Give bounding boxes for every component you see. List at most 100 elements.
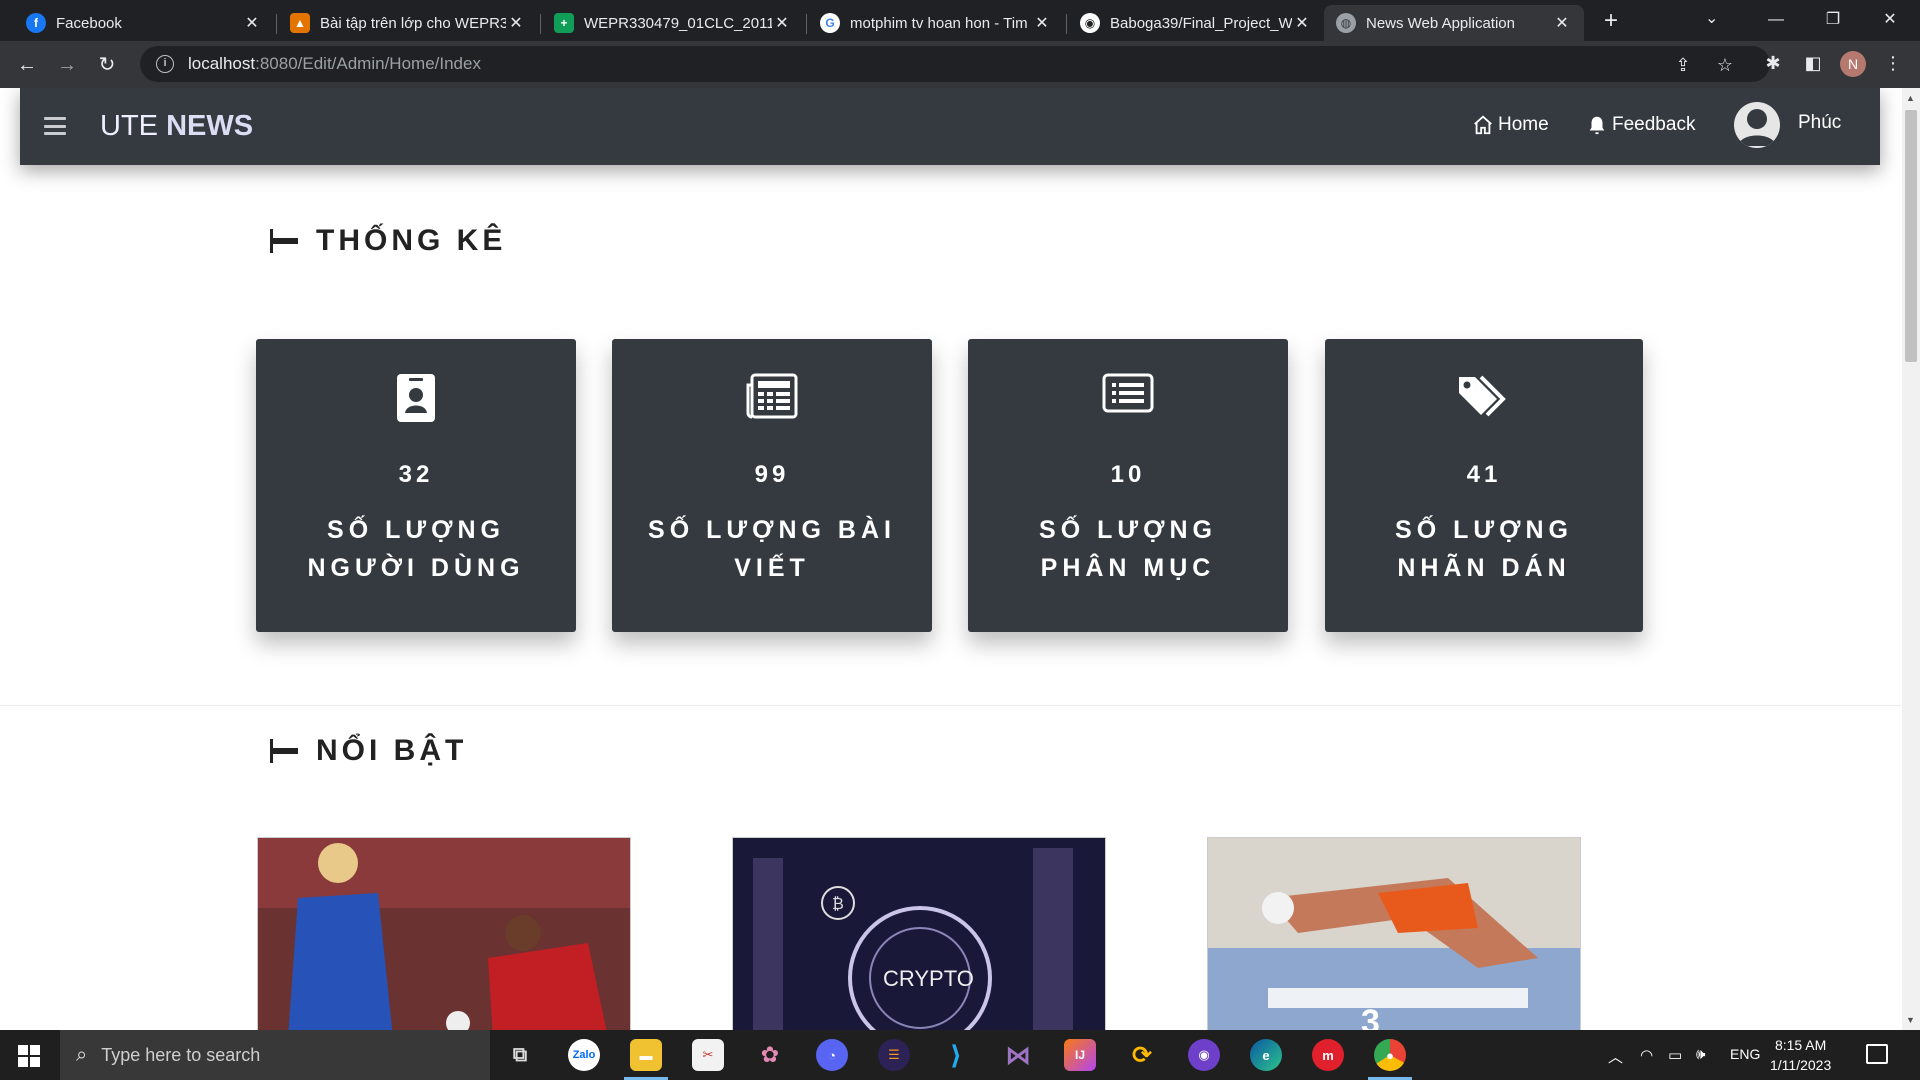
clock-time: 8:15 AM	[1774, 1037, 1827, 1053]
list-icon	[1102, 373, 1154, 413]
ms-photos-icon[interactable]: ⟳	[1126, 1039, 1158, 1071]
url-host: localhost	[188, 54, 256, 73]
tab-news-web-app[interactable]: ◍ News Web Application ✕	[1324, 5, 1584, 41]
app-navbar: UTE NEWS Home Feedback Phúc	[20, 88, 1880, 165]
tab-divider	[1066, 14, 1067, 34]
taskbar-search-box[interactable]: ⌕ Type here to search	[60, 1030, 490, 1080]
featured-image-football[interactable]	[257, 837, 631, 1030]
github-icon: ◉	[1080, 13, 1100, 33]
user-name[interactable]: Phúc	[1798, 112, 1841, 134]
close-icon[interactable]: ✕	[1032, 13, 1052, 33]
tab-sheets[interactable]: + WEPR330479_01CLC_20110 ✕	[542, 5, 804, 41]
brand-text-bold: NEWS	[166, 110, 254, 142]
scroll-down-arrow-icon[interactable]: ▼	[1906, 1015, 1915, 1025]
menu-kebab-icon[interactable]: ⋮	[1880, 53, 1906, 74]
scrollbar-thumb[interactable]	[1905, 110, 1917, 362]
tab-github[interactable]: ◉ Baboga39/Final_Project_W ✕	[1068, 5, 1324, 41]
windows-start-icon[interactable]	[18, 1045, 40, 1067]
bookmark-star-icon[interactable]: ☆	[1712, 55, 1738, 76]
hamburger-menu-icon[interactable]	[44, 117, 66, 135]
tab-divider	[276, 14, 277, 34]
tab-title: Baboga39/Final_Project_W	[1110, 14, 1292, 32]
vscode-icon[interactable]: ⟩	[940, 1039, 972, 1071]
stat-card-tags[interactable]: 41 SỐ LƯỢNG NHÃN DÁN	[1325, 339, 1643, 632]
nav-home-label: Home	[1498, 114, 1549, 135]
section-title-featured: NỔI BẬT	[270, 734, 467, 768]
chrome-icon[interactable]: ●	[1368, 1039, 1412, 1080]
reload-icon[interactable]: ↻	[93, 51, 121, 79]
discord-icon[interactable]: ◔	[816, 1039, 848, 1071]
tab-title: WEPR330479_01CLC_20110	[584, 14, 772, 32]
zalo-icon[interactable]: Zalo	[568, 1039, 600, 1071]
section-divider	[0, 705, 1902, 706]
globe-icon: ◍	[1336, 13, 1356, 33]
close-icon[interactable]: ✕	[242, 13, 262, 33]
lane-number: 3	[1361, 1003, 1380, 1030]
featured-image-swimming[interactable]: 3	[1207, 837, 1581, 1030]
visual-studio-icon[interactable]: ⋈	[1002, 1039, 1034, 1071]
eclipse-icon[interactable]: ☰	[878, 1039, 910, 1071]
tab-title: Bài tập trên lớp cho WEPR3	[320, 14, 506, 32]
profile-avatar[interactable]: N	[1840, 51, 1866, 77]
taskbar-clock[interactable]: 8:15 AM 1/11/2023	[1770, 1035, 1831, 1075]
forward-arrow-icon[interactable]: →	[53, 51, 81, 79]
stat-value: 10	[1110, 461, 1146, 488]
nav-feedback-link[interactable]: Feedback	[1586, 114, 1695, 136]
nav-home-link[interactable]: Home	[1472, 114, 1549, 136]
brand-logo[interactable]: UTE NEWS	[100, 110, 253, 143]
address-bar[interactable]: i localhost:8080/Edit/Admin/Home/Index ⇪…	[140, 46, 1770, 82]
edge-icon[interactable]: e	[1250, 1039, 1282, 1071]
close-icon[interactable]: ✕	[772, 13, 792, 33]
tab-divider	[806, 14, 807, 34]
id-badge-icon	[397, 374, 435, 422]
notification-center-icon[interactable]	[1866, 1044, 1888, 1064]
wifi-icon[interactable]: ◠	[1640, 1046, 1653, 1064]
scroll-up-arrow-icon[interactable]: ▲	[1906, 93, 1915, 103]
restore-button[interactable]: ❐	[1811, 4, 1855, 36]
share-icon[interactable]: ⇪	[1670, 55, 1696, 76]
github-desktop-icon[interactable]: ◉	[1188, 1039, 1220, 1071]
stat-card-users[interactable]: 32 SỐ LƯỢNG NGƯỜI DÙNG	[256, 339, 576, 632]
newspaper-icon	[746, 373, 798, 419]
extensions-puzzle-icon[interactable]: ✱	[1760, 53, 1786, 74]
search-icon: ⌕	[76, 1043, 88, 1066]
featured-image-crypto[interactable]: ₿ CRYPTO	[732, 837, 1106, 1030]
close-icon[interactable]: ✕	[1552, 13, 1572, 33]
browser-toolbar: ← → ↻ i localhost:8080/Edit/Admin/Home/I…	[0, 41, 1920, 88]
tab-google-search[interactable]: G motphim tv hoan hon - Tim ✕	[808, 5, 1064, 41]
tab-title: News Web Application	[1366, 14, 1515, 32]
minimize-button[interactable]: —	[1754, 4, 1798, 36]
page-scrollbar[interactable]: ▲ ▼	[1902, 88, 1920, 1030]
snipping-tool-icon[interactable]: ✂	[692, 1039, 724, 1071]
back-arrow-icon[interactable]: ←	[13, 51, 41, 79]
tray-chevron-icon[interactable]: ︿	[1608, 1046, 1623, 1067]
stat-label: SỐ LƯỢNG PHÂN MỤC	[1039, 516, 1217, 582]
paint-icon[interactable]: ✿	[754, 1039, 786, 1071]
tags-icon	[1459, 375, 1506, 417]
close-icon[interactable]: ✕	[1292, 13, 1312, 33]
side-panel-icon[interactable]: ◧	[1800, 53, 1826, 74]
new-tab-button[interactable]: +	[1597, 8, 1625, 36]
user-avatar[interactable]	[1734, 102, 1780, 148]
tab-facebook[interactable]: f Facebook ✕	[14, 5, 274, 41]
battery-icon[interactable]: ▭	[1668, 1046, 1682, 1064]
close-icon[interactable]: ✕	[506, 13, 526, 33]
stat-label: SỐ LƯỢNG NHÃN DÁN	[1395, 516, 1573, 582]
app-red-icon[interactable]: m	[1312, 1039, 1344, 1071]
language-indicator[interactable]: ENG	[1730, 1046, 1760, 1062]
site-info-icon[interactable]: i	[156, 55, 174, 73]
tab-search-chevron-icon[interactable]: ⌄	[1705, 8, 1718, 28]
stat-card-posts[interactable]: 99 SỐ LƯỢNG BÀI VIẾT	[612, 339, 932, 632]
close-window-button[interactable]: ✕	[1868, 4, 1912, 36]
task-view-icon[interactable]: ⧉	[504, 1039, 536, 1071]
stat-card-categories[interactable]: 10 SỐ LƯỢNG PHÂN MỤC	[968, 339, 1288, 632]
file-explorer-icon[interactable]: ▬	[624, 1039, 668, 1080]
user-silhouette-icon	[1738, 109, 1776, 146]
tab-divider	[540, 14, 541, 34]
browser-tab-strip: f Facebook ✕ ▲ Bài tập trên lớp cho WEPR…	[0, 0, 1920, 41]
tab-classroom[interactable]: ▲ Bài tập trên lớp cho WEPR3 ✕	[278, 5, 538, 41]
crypto-photo: ₿ CRYPTO	[733, 838, 1105, 1030]
intellij-icon[interactable]: IJ	[1064, 1039, 1096, 1071]
stat-value: 99	[754, 461, 790, 488]
volume-icon[interactable]: 🕪	[1696, 1046, 1705, 1063]
